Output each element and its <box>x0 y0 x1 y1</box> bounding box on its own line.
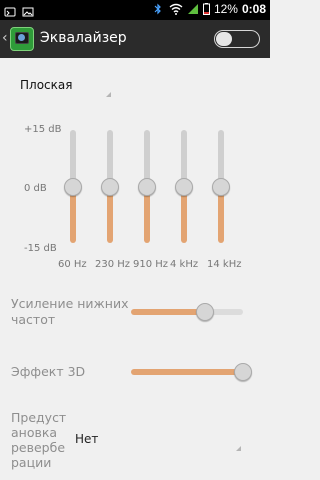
eq-band-frequency: 14 kHz <box>207 259 242 270</box>
eq-band-thumb[interactable] <box>64 177 82 196</box>
spinner-corner-icon <box>106 92 111 97</box>
eq-band-frequency: 230 Hz <box>95 259 131 270</box>
reverb-preset-label: Предуст ановка ревербе рации <box>11 410 67 470</box>
equalizer-app-icon[interactable] <box>10 27 34 51</box>
slider-fill <box>131 369 243 375</box>
preset-spinner[interactable]: Плоская <box>20 78 72 92</box>
status-bar: 12% 0:08 <box>0 0 270 20</box>
bluetooth-icon <box>153 3 165 15</box>
eq-band-frequency: 60 Hz <box>58 259 87 270</box>
effect-3d-label: Эффект 3D <box>11 364 86 379</box>
battery-icon <box>202 3 210 15</box>
slider-fill <box>131 309 205 315</box>
page-title: Эквалайзер <box>40 30 127 46</box>
spinner-corner-icon <box>236 446 241 451</box>
image-icon <box>22 3 34 17</box>
eq-band-frequency: 910 Hz <box>133 259 169 270</box>
db-label-min: -15 dB <box>24 243 57 254</box>
slider-thumb[interactable] <box>234 363 252 381</box>
battery-percent: 12% <box>213 2 238 16</box>
bass-boost-label: Усиление нижних частот <box>11 296 129 327</box>
signal-icon <box>187 3 199 15</box>
toggle-knob <box>216 32 232 46</box>
wifi-icon <box>169 3 183 15</box>
reverb-preset-spinner[interactable]: Нет <box>75 432 98 446</box>
eq-band-thumb[interactable] <box>212 177 230 196</box>
slider-thumb[interactable] <box>195 303 214 321</box>
eq-band-thumb[interactable] <box>175 177 193 196</box>
eq-band-thumb[interactable] <box>101 177 119 196</box>
eq-band-thumb[interactable] <box>138 177 156 196</box>
clock: 0:08 <box>241 2 266 16</box>
eq-band-frequency: 4 kHz <box>170 259 199 270</box>
equalizer-enable-toggle[interactable] <box>214 30 260 48</box>
db-label-zero: 0 dB <box>24 183 47 194</box>
android-debug-icon <box>4 3 16 17</box>
back-chevron-icon[interactable]: ‹ <box>2 30 8 46</box>
action-bar: ‹ Эквалайзер <box>0 20 270 58</box>
db-label-max: +15 dB <box>24 124 62 135</box>
